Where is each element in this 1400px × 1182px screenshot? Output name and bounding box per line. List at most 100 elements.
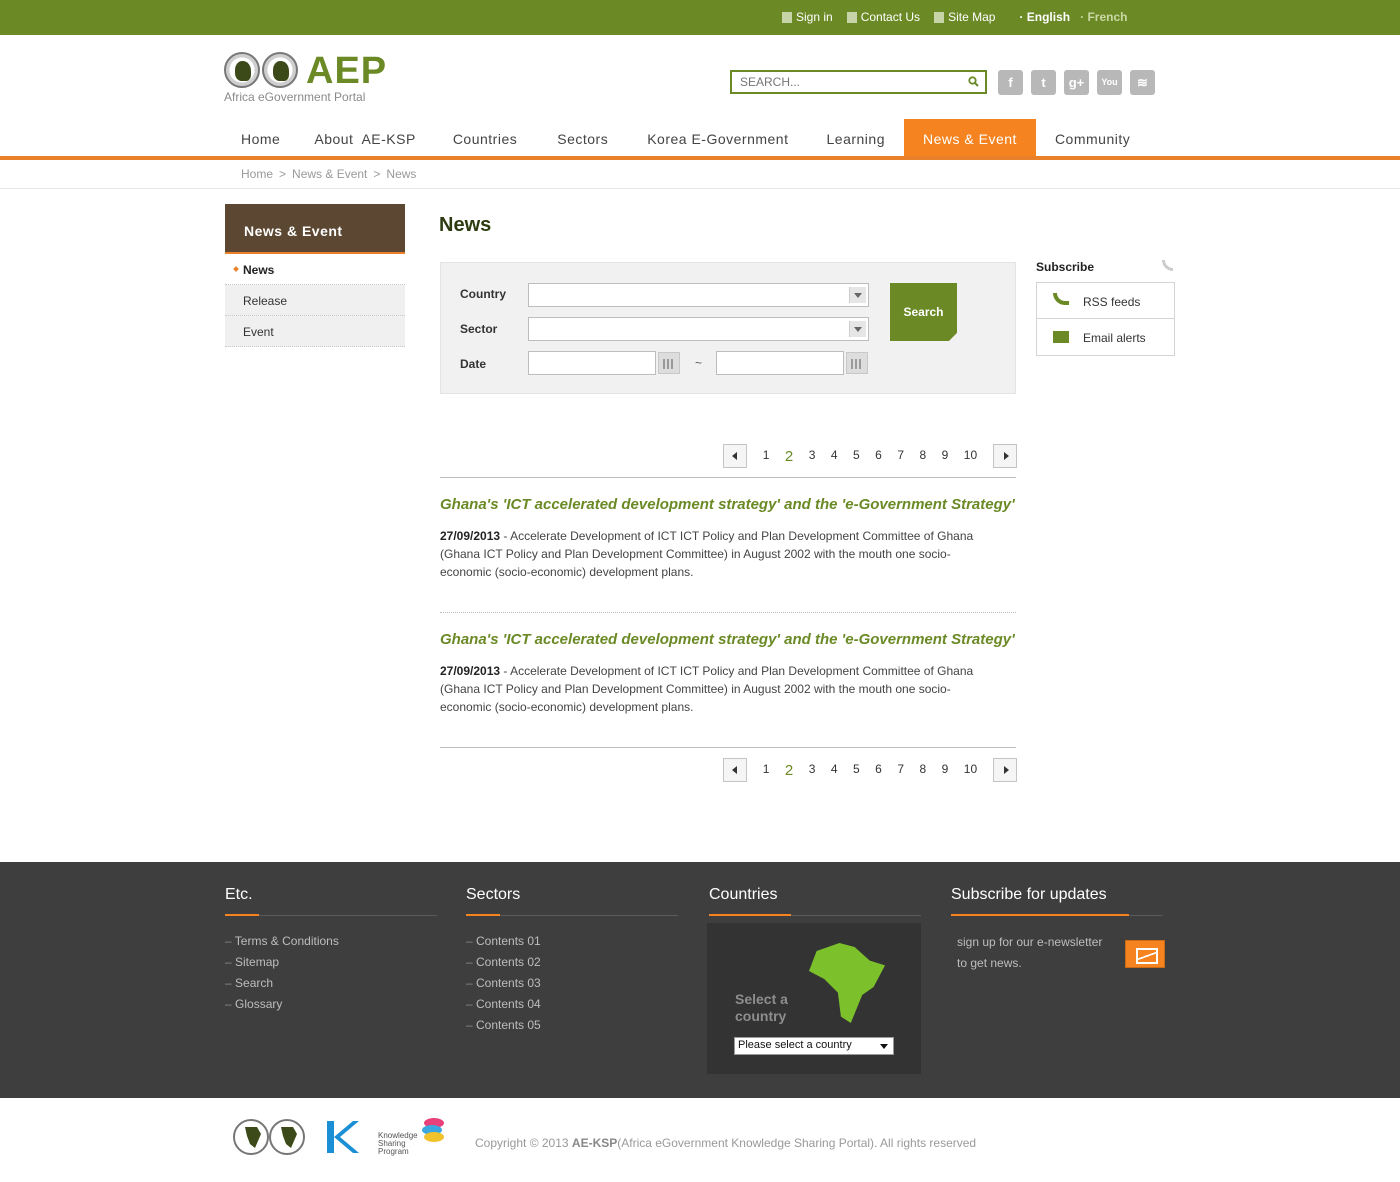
page-link[interactable]: 8 <box>919 762 926 779</box>
footer-link[interactable]: Contents 02 <box>466 955 678 976</box>
page-link[interactable]: 1 <box>763 448 770 465</box>
page-link[interactable]: 1 <box>763 762 770 779</box>
footer-sectors: Sectors Contents 01 Contents 02 Contents… <box>466 886 678 1039</box>
footer-link[interactable]: Contents 03 <box>466 976 678 997</box>
aep-globe-logo-icon <box>233 1119 305 1155</box>
rss-feeds-link[interactable]: RSS feeds <box>1036 282 1175 319</box>
page-link[interactable]: 4 <box>831 448 838 465</box>
page-link[interactable]: 8 <box>919 448 926 465</box>
youtube-icon[interactable]: You <box>1097 70 1122 95</box>
footer-countries: Countries <box>709 886 921 916</box>
side-nav-item-release[interactable]: Release <box>225 285 405 316</box>
nav-sectors[interactable]: Sectors <box>537 119 628 156</box>
language-french[interactable]: · French <box>1080 10 1127 24</box>
country-dropdown[interactable]: Please select a country <box>734 1037 894 1055</box>
country-select[interactable] <box>528 283 869 307</box>
nav-news-event[interactable]: News & Event <box>904 119 1036 156</box>
side-nav-item-event[interactable]: Event <box>225 316 405 347</box>
page-link[interactable]: 9 <box>942 448 949 465</box>
envelope-icon <box>1053 331 1069 343</box>
header: AEP Africa eGovernment Portal f t g+ You… <box>0 35 1400 160</box>
breadcrumb-news-event[interactable]: News & Event <box>292 167 367 181</box>
footer-link[interactable]: Contents 05 <box>466 1018 678 1039</box>
news-title[interactable]: Ghana's 'ICT accelerated development str… <box>440 496 1016 514</box>
prev-page-button[interactable] <box>723 758 747 782</box>
footer-link[interactable]: Sitemap <box>225 955 437 976</box>
side-nav-title: News & Event <box>225 204 405 254</box>
site-map-link[interactable]: Site Map <box>934 10 995 24</box>
facebook-icon[interactable]: f <box>998 70 1023 95</box>
page-link[interactable]: 9 <box>942 762 949 779</box>
globe-logo-icon <box>224 52 260 88</box>
page-link[interactable]: 4 <box>831 762 838 779</box>
sign-in-link[interactable]: Sign in <box>782 10 833 24</box>
footer-etc: Etc. Terms & Conditions Sitemap Search G… <box>225 886 437 1018</box>
bottom-bar: Knowledge Sharing Program Copyright © 20… <box>0 1098 1400 1182</box>
page-link[interactable]: 7 <box>897 762 904 779</box>
k-logo-icon <box>327 1121 359 1153</box>
aep-logo[interactable]: AEP Africa eGovernment Portal <box>224 50 386 106</box>
search-input[interactable] <box>732 72 952 92</box>
date-range-separator: ~ <box>695 356 703 370</box>
page-link-current[interactable]: 2 <box>785 448 793 465</box>
africa-map-icon <box>809 943 885 1023</box>
prev-page-button[interactable] <box>723 444 747 468</box>
footer-link[interactable]: Terms & Conditions <box>225 934 437 955</box>
calendar-icon[interactable] <box>658 352 680 374</box>
sector-label: Sector <box>460 322 498 336</box>
email-alerts-link[interactable]: Email alerts <box>1036 319 1175 356</box>
subscribe-title: Subscribe <box>1036 260 1095 274</box>
page-link[interactable]: 6 <box>875 762 882 779</box>
nav-home[interactable]: Home <box>224 119 297 156</box>
google-plus-icon[interactable]: g+ <box>1064 70 1089 95</box>
language-english[interactable]: · English <box>1019 10 1070 24</box>
page-link[interactable]: 5 <box>853 448 860 465</box>
nav-korea-egov[interactable]: Korea E-Government <box>628 119 807 156</box>
contact-us-link[interactable]: Contact Us <box>846 10 920 24</box>
sector-select[interactable] <box>528 317 869 341</box>
rss-icon[interactable]: ≋ <box>1130 70 1155 95</box>
select-country-text: Select a country <box>735 991 788 1024</box>
news-date: 27/09/2013 <box>440 529 501 543</box>
search-icon[interactable] <box>968 76 979 87</box>
lock-icon <box>782 11 792 23</box>
nav-about[interactable]: About AE-KSP <box>297 119 432 156</box>
side-nav-item-news[interactable]: News <box>225 254 405 285</box>
footer-link[interactable]: Contents 01 <box>466 934 678 955</box>
footer-sectors-title: Sectors <box>466 886 678 916</box>
footer-link[interactable]: Contents 04 <box>466 997 678 1018</box>
date-label: Date <box>460 357 487 371</box>
news-title[interactable]: Ghana's 'ICT accelerated development str… <box>440 631 1016 649</box>
chevron-down-icon <box>849 287 866 303</box>
next-page-button[interactable] <box>993 758 1017 782</box>
page-link[interactable]: 3 <box>809 448 816 465</box>
newsletter-mail-button[interactable] <box>1125 940 1165 968</box>
date-from-input[interactable] <box>528 351 656 375</box>
page-link[interactable]: 3 <box>809 762 816 779</box>
search-box <box>730 70 987 94</box>
page-link[interactable]: 7 <box>897 448 904 465</box>
page-link[interactable]: 10 <box>964 448 977 465</box>
utility-links: Sign in Contact Us Site Map · English · … <box>782 10 1127 24</box>
search-button[interactable]: Search <box>890 283 957 341</box>
date-to-input[interactable] <box>716 351 844 375</box>
nav-community[interactable]: Community <box>1036 119 1149 156</box>
footer-countries-title: Countries <box>709 886 921 916</box>
news-filter: Country Sector Date ~ Search <box>440 262 1016 394</box>
news-item: Ghana's 'ICT accelerated development str… <box>440 631 1016 716</box>
page-link[interactable]: 10 <box>964 762 977 779</box>
breadcrumb-news[interactable]: News <box>386 167 416 181</box>
page-numbers: 1 2 3 4 5 6 7 8 9 10 <box>747 448 993 465</box>
footer-link[interactable]: Glossary <box>225 997 437 1018</box>
page-link[interactable]: 5 <box>853 762 860 779</box>
footer-link[interactable]: Search <box>225 976 437 997</box>
page-link-current[interactable]: 2 <box>785 762 793 779</box>
country-selector-box: Select a country Please select a country <box>707 923 921 1074</box>
next-page-button[interactable] <box>993 444 1017 468</box>
nav-learning[interactable]: Learning <box>808 119 905 156</box>
calendar-icon[interactable] <box>846 352 868 374</box>
page-link[interactable]: 6 <box>875 448 882 465</box>
nav-countries[interactable]: Countries <box>433 119 537 156</box>
breadcrumb-home[interactable]: Home <box>241 167 273 181</box>
twitter-icon[interactable]: t <box>1031 70 1056 95</box>
